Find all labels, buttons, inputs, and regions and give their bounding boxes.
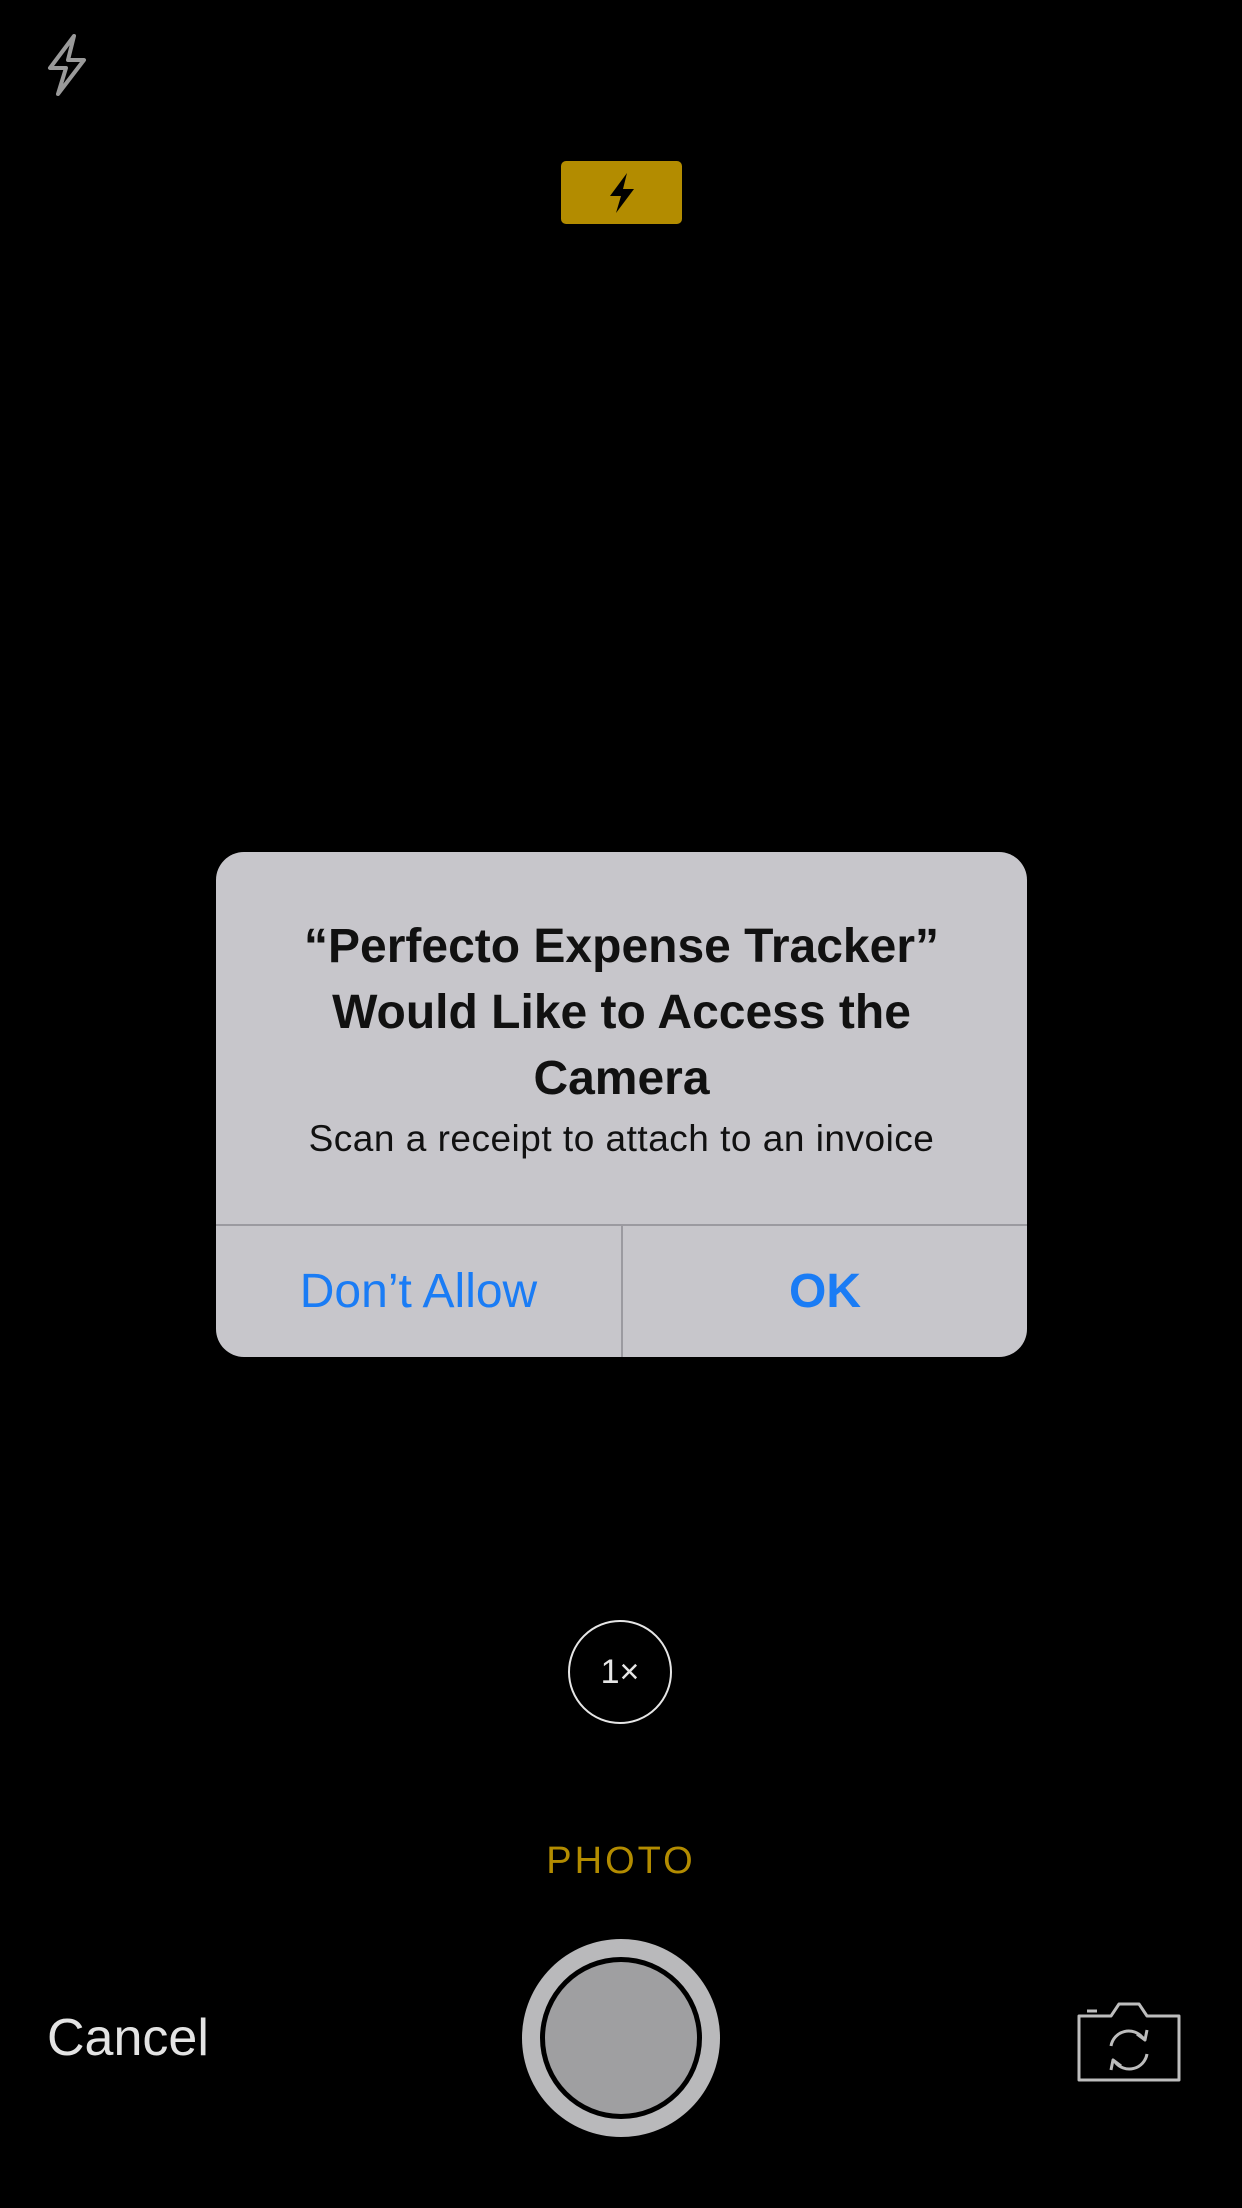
flash-toggle-button[interactable] bbox=[44, 34, 90, 96]
camera-permission-alert: “Perfecto Expense Tracker” Would Like to… bbox=[216, 852, 1027, 1357]
zoom-button[interactable]: 1× bbox=[568, 1620, 672, 1724]
shutter-inner bbox=[545, 1962, 697, 2114]
dont-allow-button[interactable]: Don’t Allow bbox=[216, 1226, 621, 1357]
flash-indicator bbox=[561, 161, 682, 224]
switch-camera-button[interactable] bbox=[1073, 1994, 1185, 2084]
shutter-ring bbox=[540, 1957, 702, 2119]
ok-button[interactable]: OK bbox=[623, 1226, 1027, 1357]
flash-icon bbox=[48, 34, 86, 96]
alert-title: “Perfecto Expense Tracker” Would Like to… bbox=[304, 920, 939, 1105]
cancel-button[interactable]: Cancel bbox=[47, 2008, 209, 2068]
alert-message: Scan a receipt to attach to an invoice bbox=[308, 1118, 935, 1159]
switch-camera-icon bbox=[1077, 2002, 1181, 2082]
camera-mode-label[interactable]: PHOTO bbox=[0, 1840, 1242, 1883]
shutter-button[interactable] bbox=[522, 1939, 720, 2137]
flash-icon bbox=[609, 172, 634, 213]
